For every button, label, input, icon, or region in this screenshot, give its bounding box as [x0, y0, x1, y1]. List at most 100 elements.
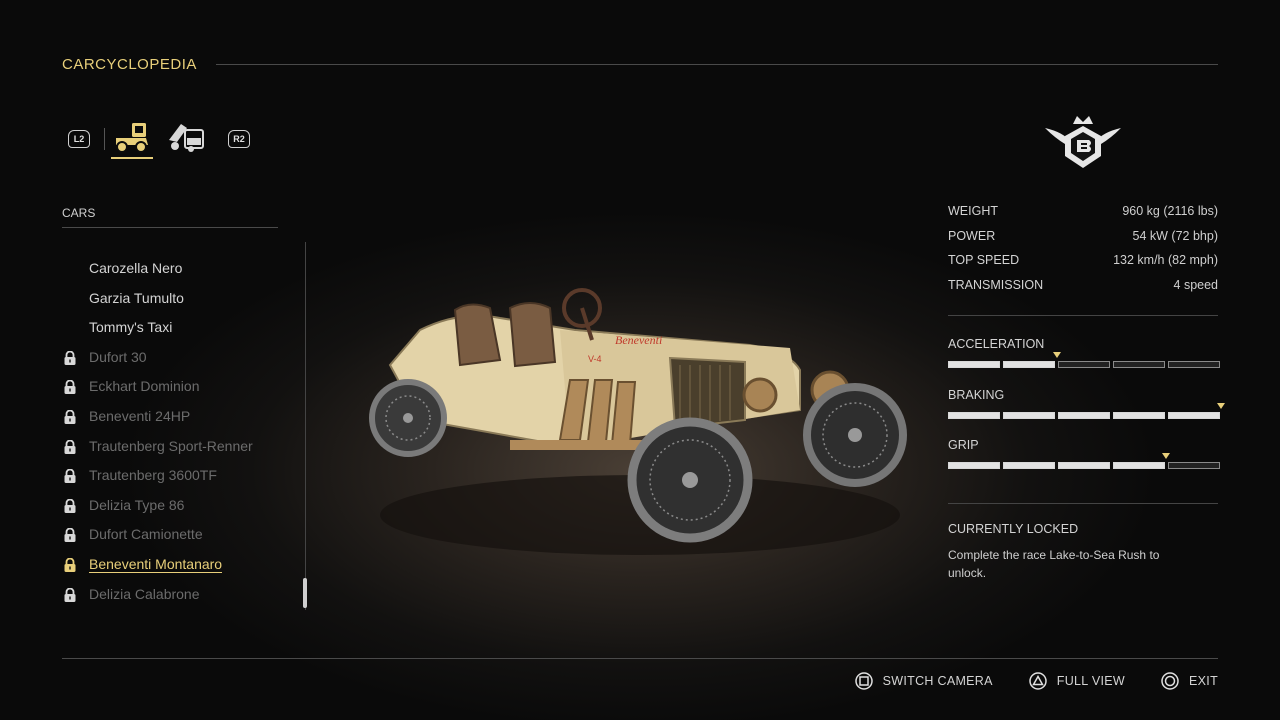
car-list-item[interactable]: Delizia Calabrone: [62, 582, 292, 612]
rating-segment: [1113, 462, 1165, 469]
spec-row: TRANSMISSION 4 speed: [948, 278, 1218, 303]
lock-icon: [64, 498, 76, 513]
car-list-item[interactable]: Trautenberg Sport-Renner: [62, 434, 292, 464]
rating-segment: [1168, 412, 1220, 419]
spec-value: 4 speed: [1173, 277, 1218, 292]
car-name: Delizia Calabrone: [89, 585, 200, 602]
scrollbar-track[interactable]: [305, 242, 306, 610]
lock-icon: [64, 350, 76, 365]
scrollbar-thumb[interactable]: [303, 578, 307, 608]
rating-bar: [948, 453, 1220, 469]
lock-icon: [64, 439, 76, 454]
lock-icon: [64, 557, 76, 572]
spec-label: WEIGHT: [948, 204, 998, 218]
square-button-icon: [854, 672, 873, 690]
brand-logo: [1043, 114, 1123, 179]
car-list-item[interactable]: Beneventi 24HP: [62, 404, 292, 434]
r2-button-icon[interactable]: R2: [228, 130, 250, 148]
footer-action-label: EXIT: [1189, 674, 1218, 688]
rating-bar: [948, 403, 1225, 419]
triangle-button-icon: [1029, 672, 1047, 690]
beneventi-crest-icon: [1045, 116, 1121, 168]
rating-segment: [1058, 462, 1110, 469]
car-list-item[interactable]: Eckhart Dominion: [62, 374, 292, 404]
rating-segment: [948, 361, 1000, 368]
rating-segment: [1113, 361, 1165, 368]
header-divider: [216, 64, 1218, 65]
rating-braking: BRAKING: [948, 388, 1225, 419]
lock-icon: [64, 409, 76, 424]
car-preview[interactable]: Beneventi V-4: [360, 270, 920, 580]
rating-marker: [1216, 403, 1225, 409]
lock-icon: [64, 528, 76, 543]
rating-segment: [1113, 412, 1165, 419]
rating-segment: [1058, 412, 1110, 419]
spec-value: 960 kg (2116 lbs): [1122, 204, 1218, 218]
car-name: Beneventi 24HP: [89, 407, 191, 424]
car-name: Trautenberg 3600TF: [89, 467, 217, 484]
car-list: Carozella Nero Garzia Tumulto Tommy's Taxi…: [62, 256, 292, 611]
unlock-requirement: Complete the race Lake-to-Sea Rush to un…: [948, 548, 1160, 580]
car-name: Dufort Camionette: [89, 526, 203, 543]
spec-row: TOP SPEED 132 km/h (82 mph): [948, 253, 1218, 278]
lock-icon: [64, 380, 76, 395]
spec-row: POWER 54 kW (72 bhp): [948, 229, 1218, 254]
rating-label: GRIP: [948, 438, 979, 452]
car-badge: V-4: [588, 354, 602, 364]
rating-segment: [948, 462, 1000, 469]
rating-bar: [948, 352, 1220, 368]
rating-segment: [1003, 361, 1055, 368]
car-list-item[interactable]: Delizia Type 86: [62, 493, 292, 523]
category-tabs: L2 R2: [62, 118, 282, 162]
lock-icon: [64, 469, 76, 484]
spec-value: 54 kW (72 bhp): [1132, 228, 1218, 243]
rating-segment: [1003, 462, 1055, 469]
rating-label: BRAKING: [948, 388, 1005, 402]
car-name: Beneventi Montanaro: [89, 555, 223, 573]
spec-label: TRANSMISSION: [948, 277, 1044, 292]
rating-segment: [1168, 361, 1220, 368]
spec-value: 132 km/h (82 mph): [1113, 253, 1218, 267]
rating-grip: GRIP: [948, 438, 1220, 469]
car-name: Tommy's Taxi: [89, 319, 173, 336]
spec-table: WEIGHT 960 kg (2116 lbs) POWER 54 kW (72 bh…: [948, 204, 1218, 302]
lock-icon: [64, 587, 76, 602]
footer-action-exit[interactable]: EXIT: [1161, 672, 1218, 690]
spec-divider: [948, 315, 1218, 316]
rating-marker: [1162, 453, 1170, 459]
tab-divider: [104, 128, 105, 150]
car-list-divider: [62, 227, 278, 228]
footer-action-label: SWITCH CAMERA: [882, 674, 993, 688]
circle-button-icon: [1161, 672, 1179, 690]
car-name: Delizia Type 86: [89, 496, 185, 513]
car-list-item[interactable]: Trautenberg 3600TF: [62, 463, 292, 493]
tab-blueprints[interactable]: [165, 120, 207, 161]
rating-segment: [948, 412, 1000, 419]
car-list-item[interactable]: Beneventi Montanaro: [62, 552, 292, 582]
rating-segment: [1003, 412, 1055, 419]
car-list-item[interactable]: Dufort 30: [62, 345, 292, 375]
car-list-item[interactable]: Garzia Tumulto: [62, 286, 292, 316]
car-name: Eckhart Dominion: [89, 378, 200, 395]
car-model-image: Beneventi V-4: [369, 288, 907, 555]
rating-label: ACCELERATION: [948, 337, 1045, 351]
car-name: Trautenberg Sport-Renner: [89, 437, 253, 454]
footer-action-full-view[interactable]: FULL VIEW: [1029, 672, 1125, 690]
car-list-heading: CARS: [62, 206, 96, 220]
car-brand-lettering: Beneventi: [615, 333, 662, 347]
footer-action-label: FULL VIEW: [1056, 674, 1126, 688]
car-list-item[interactable]: Carozella Nero: [62, 256, 292, 286]
tab-cars[interactable]: [112, 120, 152, 161]
car-icon: [116, 123, 148, 153]
car-name: Carozella Nero: [89, 260, 183, 276]
rating-marker: [1053, 352, 1061, 358]
l2-button-icon[interactable]: L2: [68, 130, 90, 148]
active-tab-indicator: [111, 157, 153, 159]
page-title: CARCYCLOPEDIA: [62, 56, 197, 73]
car-list-item[interactable]: Dufort Camionette: [62, 522, 292, 552]
car-list-item[interactable]: Tommy's Taxi: [62, 315, 292, 345]
car-name: Dufort 30: [89, 348, 147, 365]
footer-action-switch-camera[interactable]: SWITCH CAMERA: [854, 672, 993, 690]
rating-segment: [1168, 462, 1220, 469]
car-name: Garzia Tumulto: [89, 289, 184, 306]
